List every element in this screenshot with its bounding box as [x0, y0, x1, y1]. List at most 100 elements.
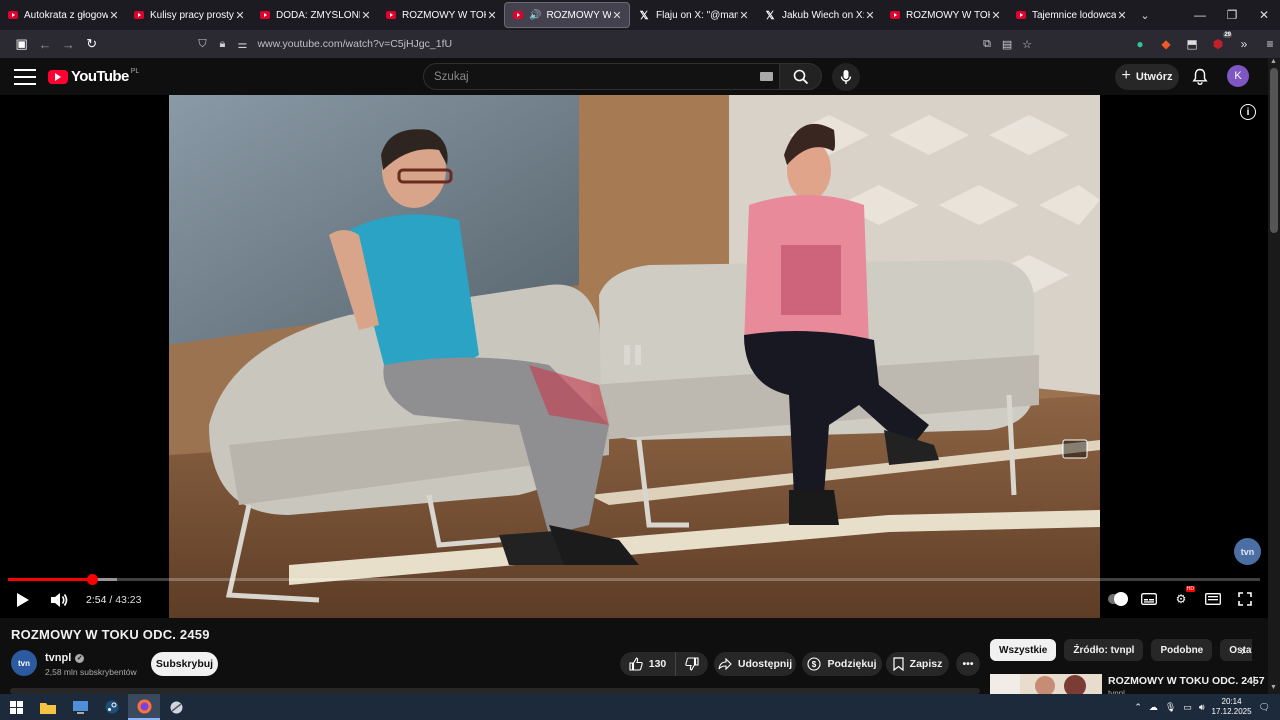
- chevron-right-icon[interactable]: ›: [1234, 641, 1252, 659]
- tab-label: Flaju on X: "@mamiczi @: [656, 9, 738, 21]
- bookmark-star-icon[interactable]: ☆: [1020, 38, 1034, 51]
- close-tab-icon[interactable]: ✕: [738, 9, 750, 22]
- speaker-icon[interactable]: 🔊: [529, 10, 541, 21]
- subtitles-icon[interactable]: [1140, 590, 1158, 608]
- chip-all[interactable]: Wszystkie: [990, 639, 1057, 661]
- browser-tab[interactable]: ROZMOWY W TOKU ODC✕: [378, 0, 504, 30]
- address-bar[interactable]: ⛉ 🔒︎ ⚌ www.youtube.com/watch?v=C5jHJgc_1…: [193, 32, 1040, 56]
- steam-icon[interactable]: [96, 694, 128, 720]
- progress-scrubber-handle[interactable]: [86, 574, 98, 585]
- scrollbar-thumb[interactable]: [1270, 68, 1278, 233]
- thanks-button[interactable]: $ Podziękuj: [802, 652, 882, 676]
- forward-icon[interactable]: →: [57, 32, 80, 56]
- extensions-puzzle-icon[interactable]: ⬒: [1182, 37, 1202, 51]
- firefox-icon[interactable]: [128, 694, 160, 720]
- app-satellite-icon[interactable]: [160, 694, 192, 720]
- settings-gear-icon[interactable]: ⚙ HD: [1172, 586, 1195, 608]
- channel-name[interactable]: tvnpl ✓: [45, 652, 85, 664]
- reload-icon[interactable]: ↻: [80, 32, 103, 56]
- account-avatar[interactable]: K: [1227, 65, 1249, 87]
- page-scrollbar[interactable]: ▲ ▼: [1268, 58, 1280, 694]
- search-button[interactable]: [780, 63, 822, 90]
- shield-icon[interactable]: ⛉: [193, 38, 211, 51]
- dislike-button[interactable]: [676, 652, 708, 676]
- channel-watermark[interactable]: tvn: [1234, 538, 1261, 565]
- tray-network-icon[interactable]: ▭: [1183, 702, 1192, 713]
- recommendation-title[interactable]: ROZMOWY W TOKU ODC. 2457: [1108, 675, 1265, 687]
- overflow-chevrons-icon[interactable]: »: [1234, 37, 1254, 51]
- browser-tab-active[interactable]: 🔊 ROZMOWY W TOKU✕: [504, 2, 630, 28]
- sidebar-toggle-icon[interactable]: ▣: [10, 32, 33, 56]
- tray-chevron-up-icon[interactable]: ⌃: [1134, 702, 1142, 713]
- close-tab-icon[interactable]: ✕: [611, 9, 623, 22]
- info-icon[interactable]: i: [1240, 104, 1256, 120]
- permissions-icon[interactable]: ⚌: [233, 38, 251, 51]
- browser-tab[interactable]: ROZMOWY W TOKU ODC✕: [882, 0, 1008, 30]
- reader-view-icon[interactable]: ▤: [1000, 38, 1014, 51]
- keyboard-icon[interactable]: [760, 72, 773, 81]
- notifications-button[interactable]: [1189, 65, 1211, 87]
- lock-icon[interactable]: 🔒︎: [213, 38, 231, 51]
- autoplay-toggle[interactable]: [1108, 590, 1128, 608]
- browser-tab[interactable]: DODA: ZMYŚLONE ŻYCIE✕: [252, 0, 378, 30]
- chip-related[interactable]: Podobne: [1151, 639, 1213, 661]
- scroll-down-arrow-icon[interactable]: ▼: [1270, 684, 1277, 691]
- subscribe-button[interactable]: Subskrybuj: [151, 652, 218, 676]
- youtube-logo[interactable]: YouTube PL: [48, 68, 139, 85]
- browser-tab[interactable]: Tajemnice lodowca - You✕: [1008, 0, 1134, 30]
- scroll-up-arrow-icon[interactable]: ▲: [1270, 58, 1277, 65]
- close-window-icon[interactable]: ✕: [1248, 8, 1280, 22]
- theater-mode-icon[interactable]: [1204, 590, 1222, 608]
- close-tab-icon[interactable]: ✕: [234, 9, 246, 22]
- tray-network-app-icon[interactable]: ☁: [1149, 702, 1158, 713]
- minimize-icon[interactable]: —: [1184, 8, 1216, 22]
- share-button[interactable]: Udostępnij: [714, 652, 796, 676]
- browser-tab[interactable]: Autokrata z głogowskiej✕: [0, 0, 126, 30]
- close-tab-icon[interactable]: ✕: [864, 9, 876, 22]
- start-windows-icon[interactable]: [0, 694, 32, 720]
- browser-tab[interactable]: 𝕏 Flaju on X: "@mamiczi @✕: [630, 0, 756, 30]
- channel-avatar[interactable]: tvn: [11, 650, 37, 676]
- file-explorer-icon[interactable]: [32, 694, 64, 720]
- progress-bar[interactable]: [8, 574, 1260, 585]
- back-icon[interactable]: ←: [33, 32, 56, 56]
- close-tab-icon[interactable]: ✕: [360, 9, 372, 22]
- play-button[interactable]: [10, 590, 36, 610]
- tray-microphone-icon[interactable]: 🎙︎: [1165, 702, 1176, 713]
- save-button[interactable]: Zapisz: [886, 652, 949, 676]
- hamburger-menu-icon[interactable]: [14, 68, 36, 85]
- video-scene: [169, 95, 1100, 618]
- video-cast-overlay-icon[interactable]: [1062, 439, 1088, 459]
- recommendation-thumbnail[interactable]: [990, 674, 1102, 694]
- browser-tab[interactable]: Kulisy pracy prostytutki✕: [126, 0, 252, 30]
- clock[interactable]: 20:14 17.12.2025: [1212, 697, 1252, 717]
- notifications-center-icon[interactable]: 🗨︎: [1259, 702, 1270, 713]
- close-tab-icon[interactable]: ✕: [1116, 9, 1128, 22]
- video-player[interactable]: i tvn 2:54 / 43:23 ⚙ HD: [0, 95, 1268, 618]
- picture-in-picture-icon[interactable]: ⧉: [980, 38, 994, 51]
- list-all-tabs-icon[interactable]: ⌄: [1134, 9, 1156, 22]
- fullscreen-icon[interactable]: [1236, 590, 1254, 608]
- volume-button[interactable]: [46, 590, 72, 610]
- addon-extension-icon[interactable]: ◆: [1156, 37, 1176, 51]
- chip-source[interactable]: Źródło: tvnpl: [1064, 639, 1144, 661]
- url-text[interactable]: www.youtube.com/watch?v=C5jHJgc_1fU: [257, 38, 452, 50]
- more-vertical-icon[interactable]: ⋮: [1248, 674, 1260, 688]
- create-button[interactable]: + Utwórz: [1115, 64, 1179, 90]
- video-frame[interactable]: [169, 95, 1100, 618]
- channel-name-text[interactable]: tvnpl: [45, 652, 71, 664]
- restore-icon[interactable]: ❐: [1216, 8, 1248, 22]
- app-menu-icon[interactable]: ≡: [1260, 37, 1280, 51]
- control-panel-icon[interactable]: [64, 694, 96, 720]
- close-tab-icon[interactable]: ✕: [990, 9, 1002, 22]
- like-button[interactable]: 130: [620, 652, 676, 676]
- browser-tab[interactable]: 𝕏 Jakub Wiech on X: "Zrob✕: [756, 0, 882, 30]
- vpn-extension-icon[interactable]: ●: [1130, 37, 1150, 51]
- close-tab-icon[interactable]: ✕: [486, 9, 498, 22]
- close-tab-icon[interactable]: ✕: [108, 9, 120, 22]
- search-input[interactable]: Szukaj: [423, 63, 780, 90]
- ublock-extension-icon[interactable]: ⬢ 29: [1208, 32, 1233, 51]
- more-actions-button[interactable]: •••: [956, 652, 980, 676]
- tray-volume-icon[interactable]: 🔊︎: [1199, 702, 1205, 713]
- voice-search-button[interactable]: [832, 63, 860, 91]
